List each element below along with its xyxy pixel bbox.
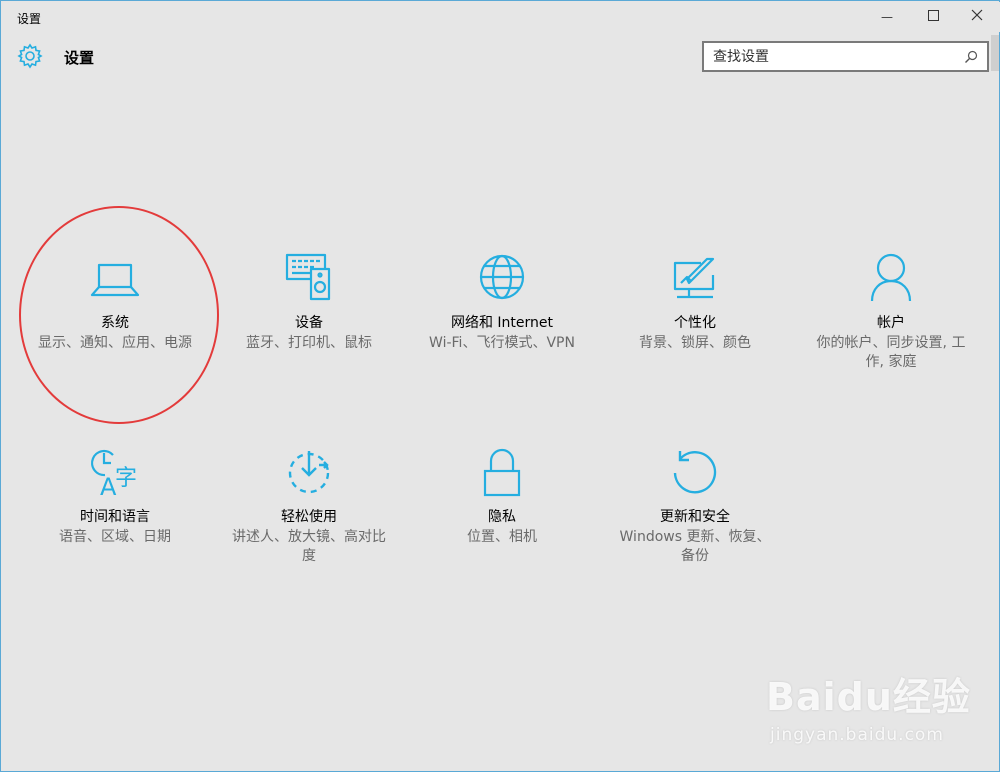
tile-system[interactable]: 系统 显示、通知、应用、电源 bbox=[15, 251, 215, 353]
time-language-icon: A 字 bbox=[87, 445, 143, 501]
tile-personalization-desc: 背景、锁屏、颜色 bbox=[639, 335, 751, 351]
person-icon bbox=[863, 251, 919, 307]
tile-accounts[interactable]: 帐户 你的帐户、同步设置, 工作, 家庭 bbox=[791, 251, 991, 372]
watermark-logo: Baidu经验 bbox=[766, 675, 971, 719]
devices-icon bbox=[281, 251, 337, 307]
tile-personalization-label: 个性化 bbox=[674, 315, 716, 331]
settings-header: 设置 bbox=[2, 35, 992, 81]
window-title: 设置 bbox=[17, 12, 42, 26]
minimize-button[interactable]: — bbox=[864, 2, 910, 32]
gear-icon bbox=[17, 43, 43, 69]
title-bar[interactable]: 设置 — bbox=[2, 2, 1000, 32]
tile-system-label: 系统 bbox=[101, 315, 129, 331]
close-icon bbox=[971, 9, 983, 25]
tile-devices-label: 设备 bbox=[295, 315, 323, 331]
baidu-watermark: Baidu经验 jingyan.baidu.com bbox=[766, 666, 986, 766]
tile-ease-of-access[interactable]: 轻松使用 讲述人、放大镜、高对比度 bbox=[209, 445, 409, 566]
tile-time-language-desc: 语音、区域、日期 bbox=[59, 529, 171, 545]
svg-text:字: 字 bbox=[115, 466, 137, 491]
close-button[interactable] bbox=[954, 2, 1000, 32]
tile-system-desc: 显示、通知、应用、电源 bbox=[38, 335, 192, 351]
maximize-icon bbox=[927, 9, 939, 25]
search-input[interactable] bbox=[704, 48, 954, 65]
tile-accounts-desc: 你的帐户、同步设置, 工作, 家庭 bbox=[816, 335, 966, 370]
maximize-button[interactable] bbox=[910, 2, 956, 32]
tile-network-label: 网络和 Internet bbox=[450, 315, 554, 331]
search-icon[interactable] bbox=[963, 49, 979, 65]
tile-ease-of-access-desc: 讲述人、放大镜、高对比度 bbox=[232, 529, 386, 564]
scrollbar-stub[interactable] bbox=[991, 35, 999, 71]
tile-personalization[interactable]: 个性化 背景、锁屏、颜色 bbox=[595, 251, 795, 353]
update-icon bbox=[667, 445, 723, 501]
tile-privacy-desc: 位置、相机 bbox=[467, 529, 537, 545]
tile-update-security-label: 更新和安全 bbox=[660, 509, 730, 525]
tile-accounts-label: 帐户 bbox=[877, 315, 905, 331]
tile-network-desc: Wi-Fi、飞行模式、VPN bbox=[429, 335, 575, 351]
tile-time-language-label: 时间和语言 bbox=[80, 509, 150, 525]
tile-time-language[interactable]: A 字 时间和语言 语音、区域、日期 bbox=[15, 445, 215, 547]
tile-ease-of-access-label: 轻松使用 bbox=[281, 509, 337, 525]
tile-update-security[interactable]: 更新和安全 Windows 更新、恢复、备份 bbox=[595, 445, 795, 566]
ease-of-access-icon bbox=[281, 445, 337, 501]
search-box[interactable] bbox=[702, 41, 989, 72]
personalization-icon bbox=[667, 251, 723, 307]
tile-devices-desc: 蓝牙、打印机、鼠标 bbox=[246, 335, 372, 351]
settings-window: 设置 — 设置 查找设置 系统 显示、通知、应用、电源 设备 蓝牙、打印机、鼠标… bbox=[0, 0, 1000, 772]
minimize-icon: — bbox=[881, 10, 893, 24]
tile-privacy[interactable]: 隐私 位置、相机 bbox=[402, 445, 602, 547]
lock-icon bbox=[474, 445, 530, 501]
watermark-url: jingyan.baidu.com bbox=[770, 725, 944, 745]
tile-update-security-desc: Windows 更新、恢复、备份 bbox=[619, 529, 771, 564]
tile-network[interactable]: 网络和 Internet Wi-Fi、飞行模式、VPN bbox=[402, 251, 602, 353]
tile-privacy-label: 隐私 bbox=[488, 509, 516, 525]
tile-devices[interactable]: 设备 蓝牙、打印机、鼠标 bbox=[209, 251, 409, 353]
page-title: 设置 bbox=[64, 49, 95, 67]
globe-icon bbox=[474, 251, 530, 307]
laptop-icon bbox=[87, 251, 143, 307]
